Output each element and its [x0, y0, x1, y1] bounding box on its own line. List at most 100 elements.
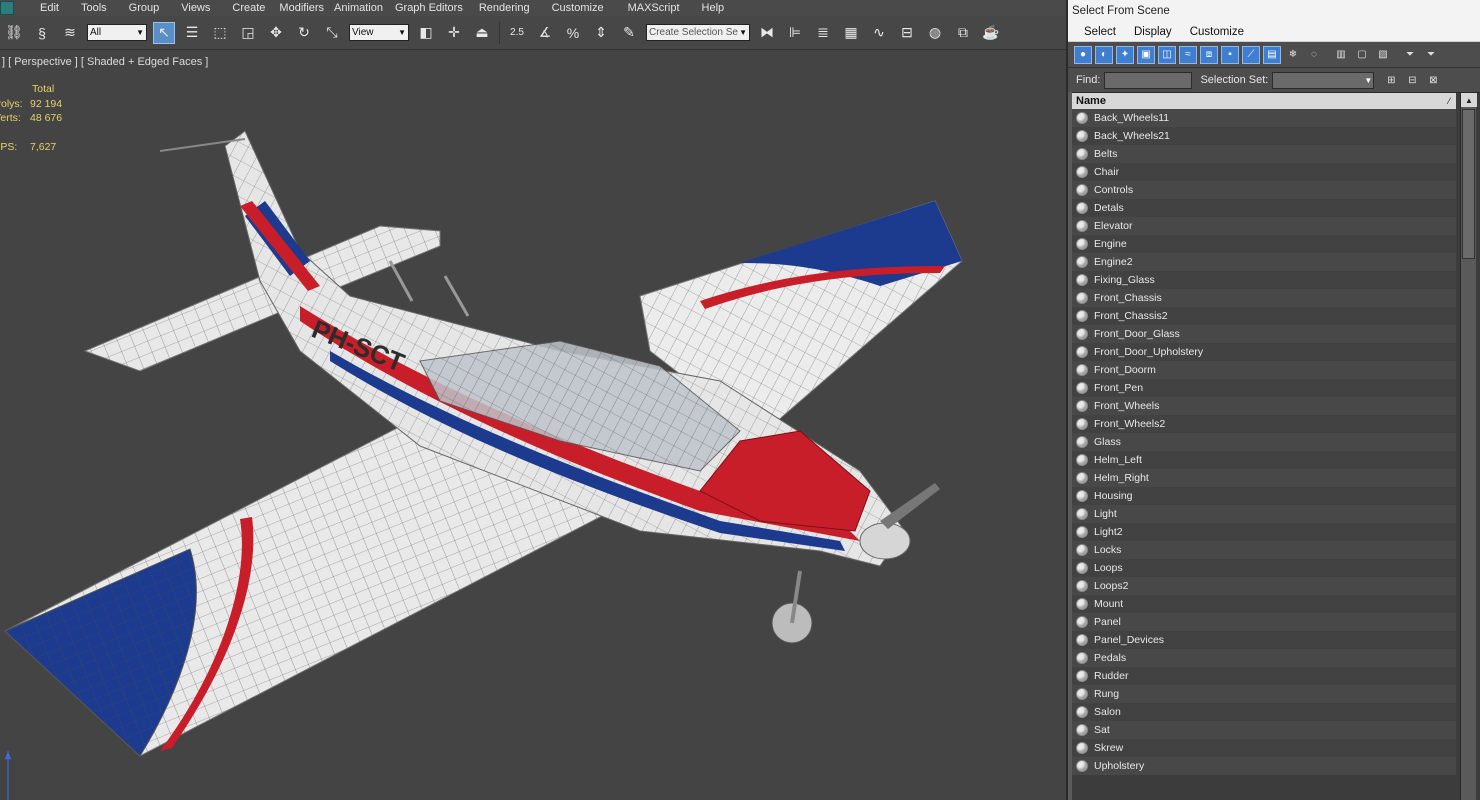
list-item[interactable]: Elevator [1072, 217, 1456, 235]
menu-help[interactable]: Help [702, 2, 725, 14]
list-item[interactable]: Front_Wheels2 [1072, 415, 1456, 433]
display-hidden-icon[interactable]: ◌ [1305, 46, 1323, 64]
filter-icon[interactable]: ⏷ [1401, 46, 1419, 64]
perspective-viewport[interactable]: PH-SCT ] [ Perspective ] [ Shaded + Edge… [0, 51, 1066, 800]
list-item[interactable]: Front_Wheels [1072, 397, 1456, 415]
select-by-name-icon[interactable]: ☰ [181, 22, 203, 44]
scale-icon[interactable]: ⤡ [321, 22, 343, 44]
scroll-up-icon[interactable]: ▲ [1461, 93, 1477, 107]
list-item[interactable]: Fixing_Glass [1072, 271, 1456, 289]
list-item[interactable]: Light2 [1072, 523, 1456, 541]
list-item[interactable]: Detals [1072, 199, 1456, 217]
edit-named-selection-icon[interactable]: ✎ [618, 22, 640, 44]
list-item[interactable]: Belts [1072, 145, 1456, 163]
list-item[interactable]: Glass [1072, 433, 1456, 451]
pivot-center-icon[interactable]: ◧ [415, 22, 437, 44]
material-editor-icon[interactable]: ◍ [924, 22, 946, 44]
display-invert-icon[interactable]: ▧ [1374, 46, 1392, 64]
list-item[interactable]: Helm_Left [1072, 451, 1456, 469]
list-item[interactable]: Sat [1072, 721, 1456, 739]
render-teapot-icon[interactable]: ☕ [980, 22, 1002, 44]
edit-selection-set-icon[interactable]: ⊟ [1403, 71, 1421, 89]
dialog-menu-customize[interactable]: Customize [1190, 26, 1244, 38]
render-setup-icon[interactable]: ⧉ [952, 22, 974, 44]
rect-selection-region-icon[interactable]: ⬚ [209, 22, 231, 44]
list-item[interactable]: Chair [1072, 163, 1456, 181]
curve-editor-icon[interactable]: ∿ [868, 22, 890, 44]
list-item[interactable]: Engine2 [1072, 253, 1456, 271]
display-bones-icon[interactable]: ⟋ [1242, 45, 1260, 64]
list-item[interactable]: Salon [1072, 703, 1456, 721]
dialog-menu-display[interactable]: Display [1134, 26, 1172, 38]
display-geometry-icon[interactable]: ● [1074, 45, 1092, 64]
ribbon-icon[interactable]: ▦ [840, 22, 862, 44]
list-item[interactable]: Rudder [1072, 667, 1456, 685]
list-item[interactable]: Panel [1072, 613, 1456, 631]
list-item[interactable]: Back_Wheels11 [1072, 109, 1456, 127]
bind-space-warp-icon[interactable]: ≋ [59, 22, 81, 44]
menu-customize[interactable]: Customize [552, 2, 604, 14]
menu-create[interactable]: Create [232, 2, 265, 14]
list-item[interactable]: Panel_Devices [1072, 631, 1456, 649]
list-item[interactable]: Skrew [1072, 739, 1456, 757]
select-object-icon[interactable]: ↖ [153, 21, 175, 44]
angle-snap-icon[interactable]: ∡ [534, 22, 556, 44]
menu-group[interactable]: Group [129, 2, 160, 14]
create-selection-set-icon[interactable]: ⊞ [1382, 71, 1400, 89]
selection-set-dropdown[interactable]: ▼ [1272, 71, 1375, 89]
filter-options-icon[interactable]: ⏷ [1422, 46, 1440, 64]
list-item[interactable]: Loops2 [1072, 577, 1456, 595]
schematic-view-icon[interactable]: ⊟ [896, 22, 918, 44]
move-icon[interactable]: ✥ [265, 22, 287, 44]
display-shapes-icon[interactable]: ◐ [1095, 45, 1113, 64]
display-containers-icon[interactable]: ▤ [1263, 45, 1281, 64]
list-item[interactable]: Pedals [1072, 649, 1456, 667]
viewport-label[interactable]: ] [ Perspective ] [ Shaded + Edged Faces… [2, 56, 208, 68]
list-item[interactable]: Front_Door_Glass [1072, 325, 1456, 343]
menu-maxscript[interactable]: MAXScript [628, 2, 680, 14]
dialog-menu-select[interactable]: Select [1084, 26, 1116, 38]
display-lights-icon[interactable]: ✦ [1116, 45, 1134, 64]
list-item[interactable]: Front_Doorm [1072, 361, 1456, 379]
list-item[interactable]: Engine [1072, 235, 1456, 253]
menu-edit[interactable]: Edit [40, 2, 59, 14]
display-frozen-icon[interactable]: ❄ [1284, 46, 1302, 64]
display-space-warps-icon[interactable]: ≈ [1179, 45, 1197, 64]
rotate-icon[interactable]: ↻ [293, 22, 315, 44]
menu-graph-editors[interactable]: Graph Editors [395, 2, 463, 14]
spinner-snap-icon[interactable]: ⇕ [590, 22, 612, 44]
layer-manager-icon[interactable]: ≣ [812, 22, 834, 44]
column-header-name[interactable]: Name ⁄ [1072, 93, 1456, 109]
list-item[interactable]: Loops [1072, 559, 1456, 577]
snaps-toggle-icon[interactable]: 2.5 [506, 22, 528, 44]
menu-rendering[interactable]: Rendering [479, 2, 530, 14]
scroll-thumb[interactable] [1462, 109, 1475, 259]
link-icon[interactable]: ⛓ [3, 22, 25, 44]
display-all-icon[interactable]: ▥ [1332, 46, 1350, 64]
select-manipulate-icon[interactable]: ✛ [443, 22, 465, 44]
list-item[interactable]: Controls [1072, 181, 1456, 199]
mirror-icon[interactable]: ⧓ [756, 22, 778, 44]
display-xrefs-icon[interactable]: ▪ [1221, 45, 1239, 64]
display-cameras-icon[interactable]: ▣ [1137, 45, 1155, 64]
list-item[interactable]: Rung [1072, 685, 1456, 703]
dialog-title[interactable]: Select From Scene [1068, 0, 1480, 22]
list-item[interactable]: Light [1072, 505, 1456, 523]
menu-animation[interactable]: Animation [334, 2, 383, 14]
keyboard-shortcut-override-icon[interactable]: ⏏ [471, 22, 493, 44]
percent-snap-icon[interactable]: % [562, 22, 584, 44]
display-none-icon[interactable]: ▢ [1353, 46, 1371, 64]
unlink-icon[interactable]: § [31, 22, 53, 44]
window-crossing-icon[interactable]: ◲ [237, 22, 259, 44]
selection-filter-dropdown[interactable]: All ▼ [87, 24, 147, 41]
list-item[interactable]: Upholstery [1072, 757, 1456, 775]
menu-modifiers[interactable]: Modifiers [279, 2, 324, 14]
delete-selection-set-icon[interactable]: ⊠ [1424, 71, 1442, 89]
list-item[interactable]: Front_Door_Upholstery [1072, 343, 1456, 361]
reference-coordinate-dropdown[interactable]: View ▼ [349, 24, 409, 41]
list-item[interactable]: Front_Pen [1072, 379, 1456, 397]
list-item[interactable]: Housing [1072, 487, 1456, 505]
find-input[interactable] [1104, 71, 1193, 89]
list-scrollbar[interactable]: ▲ [1460, 93, 1477, 800]
menu-views[interactable]: Views [181, 2, 210, 14]
